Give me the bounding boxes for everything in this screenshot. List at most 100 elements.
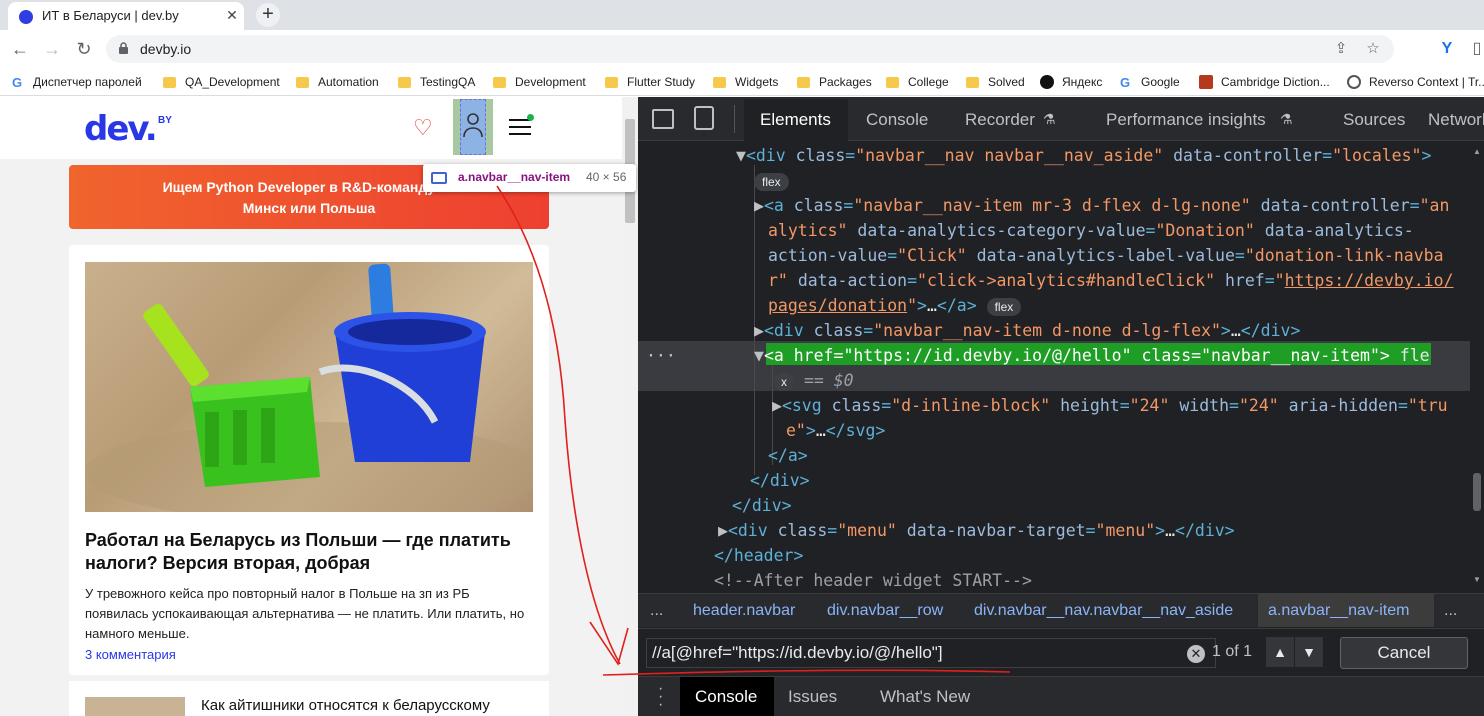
bookmark-item[interactable]: Яндекс — [1040, 73, 1102, 91]
banner-line: Минск или Польша — [242, 200, 376, 216]
scrollbar-thumb[interactable] — [1473, 473, 1481, 511]
bookmark-label: Flutter Study — [627, 75, 696, 89]
article-title[interactable]: Как айтишники относятся к беларусскому — [201, 697, 490, 714]
site-logo[interactable]: dev. — [84, 109, 158, 149]
scroll-up-icon[interactable]: ▲ — [1473, 147, 1481, 156]
forward-button[interactable]: → — [40, 37, 64, 61]
extension-puzzle-icon[interactable]: ▯ — [1466, 38, 1484, 60]
share-icon[interactable]: ⇪ — [1332, 40, 1350, 58]
bookmark-label: Reverso Context | Tr... — [1369, 75, 1484, 89]
search-value[interactable]: //a[@href="https://id.devby.io/@/hello"] — [652, 643, 943, 663]
bookmark-item[interactable]: Development — [493, 73, 586, 91]
crumb-more[interactable]: ... — [650, 602, 663, 620]
tab-recorder[interactable]: Recorder — [965, 110, 1035, 130]
prev-match-button[interactable]: ▲ — [1266, 637, 1294, 667]
bookmark-item[interactable]: G Google — [1120, 73, 1180, 91]
article-card[interactable]: Работал на Беларусь из Польши — где плат… — [69, 245, 549, 675]
article-image[interactable] — [85, 697, 185, 716]
href-link[interactable]: pages/donation — [768, 296, 907, 315]
extension-icon[interactable]: Y — [1436, 38, 1458, 60]
dom-node-line[interactable]: ▼<div class="navbar__nav navbar__nav_asi… — [736, 143, 1431, 168]
bookmark-item[interactable]: Automation — [296, 73, 379, 91]
bookmark-label: Widgets — [735, 75, 779, 89]
crumb-item[interactable]: div.navbar__nav.navbar__nav_aside — [974, 602, 1233, 620]
folder-icon — [605, 76, 618, 88]
tab-network[interactable]: Network — [1428, 110, 1484, 130]
dom-node-line[interactable]: ▶<svg class="d-inline-block" height="24"… — [772, 393, 1448, 418]
bookmark-item[interactable]: Widgets — [713, 73, 778, 91]
crumb-item[interactable]: header.navbar — [693, 602, 795, 620]
back-button[interactable]: ← — [8, 37, 32, 61]
dom-node-line-selected[interactable]: ▼<a href="https://id.devby.io/@/hello" c… — [754, 343, 1430, 368]
tab-console[interactable]: Console — [866, 110, 928, 130]
href-link[interactable]: https://devby.io/ — [1285, 271, 1454, 290]
donation-heart-icon[interactable]: ♡ — [413, 115, 433, 141]
reload-button[interactable]: ↻ — [72, 37, 96, 61]
site-favicon-icon — [19, 10, 33, 24]
folder-icon — [398, 76, 411, 88]
dom-node-line: </div> — [750, 471, 810, 490]
crumb-item-active[interactable]: a.navbar__nav-item — [1268, 602, 1409, 620]
next-match-button[interactable]: ▼ — [1295, 637, 1323, 667]
crumb-item[interactable]: div.navbar__row — [827, 602, 943, 620]
drawer-tab-console[interactable]: Console — [695, 687, 757, 707]
bookmark-label: Automation — [318, 75, 379, 89]
dom-node-line[interactable]: ▶<a class="navbar__nav-item mr-3 d-flex … — [754, 193, 1449, 218]
flask-icon: ⚗ — [1280, 111, 1293, 127]
bookmark-label: TestingQA — [420, 75, 476, 89]
drawer-menu-icon[interactable]: · · · — [658, 681, 663, 713]
devtools-tabbar: Elements Console Recorder ⚗ Performance … — [638, 97, 1484, 141]
comments-link[interactable]: 3 комментария — [85, 647, 176, 662]
flex-badge[interactable]: flex — [754, 172, 789, 191]
dom-node-line: e">…</svg> — [786, 421, 886, 440]
bookmark-star-icon[interactable]: ☆ — [1364, 40, 1382, 58]
url-text[interactable]: devby.io — [140, 41, 191, 57]
flex-badge[interactable]: x — [774, 372, 794, 391]
folder-icon — [493, 76, 506, 88]
dom-node-line[interactable]: ▶<div class="navbar__nav-item d-none d-l… — [754, 318, 1300, 343]
folder-icon — [886, 76, 899, 88]
cancel-search-button[interactable]: Cancel — [1340, 637, 1468, 669]
address-bar[interactable]: devby.io ⇪ ☆ — [106, 35, 1394, 63]
logo-suffix: BY — [158, 115, 172, 126]
clear-search-icon[interactable]: ✕ — [1187, 645, 1205, 663]
device-toolbar-icon[interactable] — [694, 106, 714, 130]
lock-icon — [119, 42, 128, 54]
flex-badge[interactable]: flex — [986, 297, 1022, 316]
flask-icon: ⚗ — [1043, 111, 1056, 127]
drawer-tab-issues[interactable]: Issues — [788, 687, 837, 707]
tab-close-icon[interactable]: ✕ — [223, 6, 241, 24]
bookmark-item[interactable]: Packages — [797, 73, 872, 91]
bookmarks-bar: G Диспетчер паролей QA_Development Automa… — [0, 68, 1484, 96]
bookmark-item[interactable]: College — [886, 73, 949, 91]
dom-node-line[interactable]: ▶<div class="menu" data-navbar-target="m… — [718, 518, 1235, 543]
tab-performance-insights[interactable]: Performance insights — [1106, 110, 1266, 130]
node-menu-dots[interactable]: ··· — [646, 343, 676, 368]
tab-sources[interactable]: Sources — [1343, 110, 1405, 130]
article-image[interactable] — [85, 262, 533, 512]
crumb-more[interactable]: ... — [1444, 602, 1457, 620]
scroll-down-icon[interactable]: ▼ — [1473, 575, 1481, 584]
divider — [734, 105, 735, 133]
browser-tab[interactable]: ИТ в Беларуси | dev.by ✕ — [8, 2, 244, 30]
folder-icon — [797, 76, 810, 88]
dom-scrollbar[interactable]: ▲ ▼ — [1470, 143, 1484, 589]
bookmark-item[interactable]: Cambridge Diction... — [1199, 73, 1330, 91]
bookmark-item[interactable]: Solved — [966, 73, 1025, 91]
inspect-element-icon[interactable] — [652, 109, 674, 129]
article-card[interactable]: Как айтишники относятся к беларусскому — [69, 681, 549, 716]
selected-ref: == $0 — [803, 371, 854, 390]
tab-elements[interactable]: Elements — [760, 110, 831, 130]
bookmark-item[interactable]: TestingQA — [398, 73, 475, 91]
article-title[interactable]: Работал на Беларусь из Польши — где плат… — [85, 529, 525, 575]
bookmark-item[interactable]: Flutter Study — [605, 73, 695, 91]
new-tab-button[interactable]: + — [256, 3, 280, 27]
menu-burger-icon[interactable] — [509, 119, 531, 135]
profile-link[interactable] — [460, 99, 486, 155]
bookmark-item[interactable]: G Диспетчер паролей — [12, 73, 142, 91]
drawer-tab-whats-new[interactable]: What's New — [880, 687, 970, 707]
bookmark-label: Диспетчер паролей — [33, 75, 142, 89]
bookmark-item[interactable]: Reverso Context | Tr... — [1347, 73, 1484, 91]
xpath-search-input[interactable]: //a[@href="https://id.devby.io/@/hello"]… — [646, 638, 1216, 668]
bookmark-item[interactable]: QA_Development — [163, 73, 280, 91]
